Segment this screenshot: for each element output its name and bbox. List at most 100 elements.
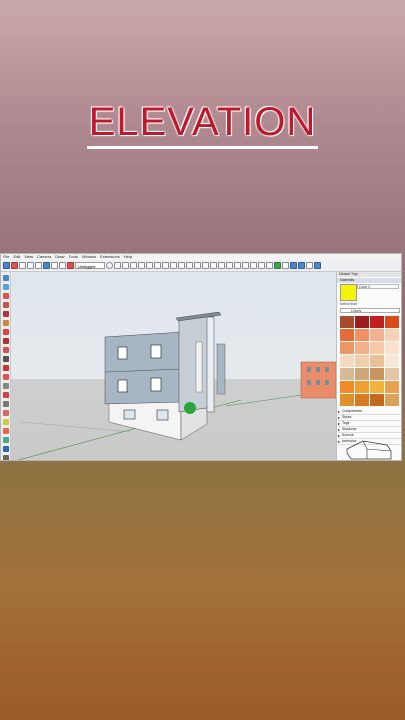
view-front-icon[interactable]: [154, 262, 161, 269]
wireframe-icon[interactable]: [194, 262, 201, 269]
3d-warehouse-icon[interactable]: [314, 262, 321, 269]
material-swatch[interactable]: [355, 368, 369, 380]
component-icon[interactable]: [2, 284, 9, 290]
follow-me-icon[interactable]: [282, 262, 289, 269]
view-iso-icon[interactable]: [138, 262, 145, 269]
material-swatch[interactable]: [340, 368, 354, 380]
menu-help[interactable]: Help: [124, 254, 132, 260]
material-swatch[interactable]: [370, 329, 384, 341]
eraser-tool-icon[interactable]: [11, 262, 18, 269]
arc-tool-icon[interactable]: [27, 262, 34, 269]
material-swatch[interactable]: [340, 394, 354, 406]
menu-edit[interactable]: Edit: [13, 254, 20, 260]
follow-me-left-icon[interactable]: [2, 392, 9, 398]
shaded-icon[interactable]: [210, 262, 217, 269]
pencil-icon[interactable]: [2, 302, 9, 308]
pan-left-icon[interactable]: [2, 455, 9, 460]
material-swatch[interactable]: [385, 355, 399, 367]
pan-icon[interactable]: [114, 262, 121, 269]
orbit-icon[interactable]: [106, 262, 113, 269]
menu-camera[interactable]: Camera: [37, 254, 51, 260]
offset-icon[interactable]: [2, 410, 9, 416]
push-pull-left-icon[interactable]: [2, 374, 9, 380]
material-swatch[interactable]: [355, 381, 369, 393]
text-tool-icon[interactable]: [250, 262, 257, 269]
current-material-swatch[interactable]: [340, 284, 357, 301]
dimension-left-icon[interactable]: [2, 428, 9, 434]
rectangle-icon[interactable]: [2, 320, 9, 326]
select-arrow-icon[interactable]: [2, 275, 9, 281]
tab-edit[interactable]: Edit: [351, 302, 357, 306]
material-swatch[interactable]: [370, 381, 384, 393]
offset-tool-icon[interactable]: [298, 262, 305, 269]
collection-select[interactable]: Colors: [340, 308, 400, 313]
freehand-icon[interactable]: [2, 311, 9, 317]
arc-icon[interactable]: [2, 347, 9, 353]
material-swatch[interactable]: [370, 368, 384, 380]
material-swatch[interactable]: [355, 342, 369, 354]
material-swatch[interactable]: [370, 316, 384, 328]
material-name-field[interactable]: Color 0: [357, 284, 399, 289]
polygon-icon[interactable]: [2, 338, 9, 344]
material-swatch[interactable]: [340, 381, 354, 393]
move-icon[interactable]: [2, 365, 9, 371]
view-left-icon[interactable]: [178, 262, 185, 269]
material-swatch[interactable]: [370, 355, 384, 367]
tab-select[interactable]: Select: [340, 302, 350, 306]
hidden-line-icon[interactable]: [202, 262, 209, 269]
scale-tool-icon[interactable]: [290, 262, 297, 269]
xray-icon[interactable]: [186, 262, 193, 269]
material-swatch[interactable]: [340, 355, 354, 367]
tag-select[interactable]: Untagged: [75, 262, 105, 269]
dimension-icon[interactable]: [234, 262, 241, 269]
menu-file[interactable]: File: [3, 254, 9, 260]
protractor-icon[interactable]: [242, 262, 249, 269]
material-swatch[interactable]: [340, 342, 354, 354]
materials-panel-header[interactable]: Materials: [337, 278, 401, 283]
material-swatch[interactable]: [355, 329, 369, 341]
line-tool-icon[interactable]: [19, 262, 26, 269]
rectangle-tool-icon[interactable]: [35, 262, 42, 269]
section-plane-icon[interactable]: [274, 262, 281, 269]
rotate-tool-icon[interactable]: [59, 262, 66, 269]
material-swatch[interactable]: [385, 381, 399, 393]
view-back-icon[interactable]: [170, 262, 177, 269]
material-swatch[interactable]: [385, 394, 399, 406]
material-swatch[interactable]: [385, 329, 399, 341]
menu-view[interactable]: View: [24, 254, 33, 260]
material-swatch[interactable]: [385, 316, 399, 328]
menu-draw[interactable]: Draw: [55, 254, 64, 260]
model-viewport[interactable]: [11, 272, 336, 460]
material-swatch[interactable]: [385, 368, 399, 380]
orbit-left-icon[interactable]: [2, 446, 9, 452]
protractor-left-icon[interactable]: [2, 437, 9, 443]
textured-icon[interactable]: [218, 262, 225, 269]
push-pull-icon[interactable]: [43, 262, 50, 269]
material-swatch[interactable]: [370, 394, 384, 406]
3d-text-icon[interactable]: [266, 262, 273, 269]
select-tool-icon[interactable]: [3, 262, 10, 269]
zoom-extents-icon[interactable]: [130, 262, 137, 269]
view-top-icon[interactable]: [146, 262, 153, 269]
pie-icon[interactable]: [2, 356, 9, 362]
menu-window[interactable]: Window: [82, 254, 96, 260]
material-swatch[interactable]: [385, 342, 399, 354]
material-swatch[interactable]: [355, 394, 369, 406]
tape-icon[interactable]: [2, 419, 9, 425]
material-swatch[interactable]: [370, 342, 384, 354]
material-swatch[interactable]: [355, 355, 369, 367]
material-swatch[interactable]: [355, 316, 369, 328]
scale-icon[interactable]: [2, 401, 9, 407]
zoom-icon[interactable]: [122, 262, 129, 269]
material-swatch[interactable]: [340, 316, 354, 328]
menu-tools[interactable]: Tools: [69, 254, 78, 260]
axes-icon[interactable]: [258, 262, 265, 269]
material-swatch[interactable]: [340, 329, 354, 341]
paint-bucket-icon[interactable]: [67, 262, 74, 269]
extension-warehouse-icon[interactable]: [306, 262, 313, 269]
circle-icon[interactable]: [2, 329, 9, 335]
menu-extensions[interactable]: Extensions: [100, 254, 120, 260]
move-tool-icon[interactable]: [51, 262, 58, 269]
rotate-icon[interactable]: [2, 383, 9, 389]
tape-measure-icon[interactable]: [226, 262, 233, 269]
